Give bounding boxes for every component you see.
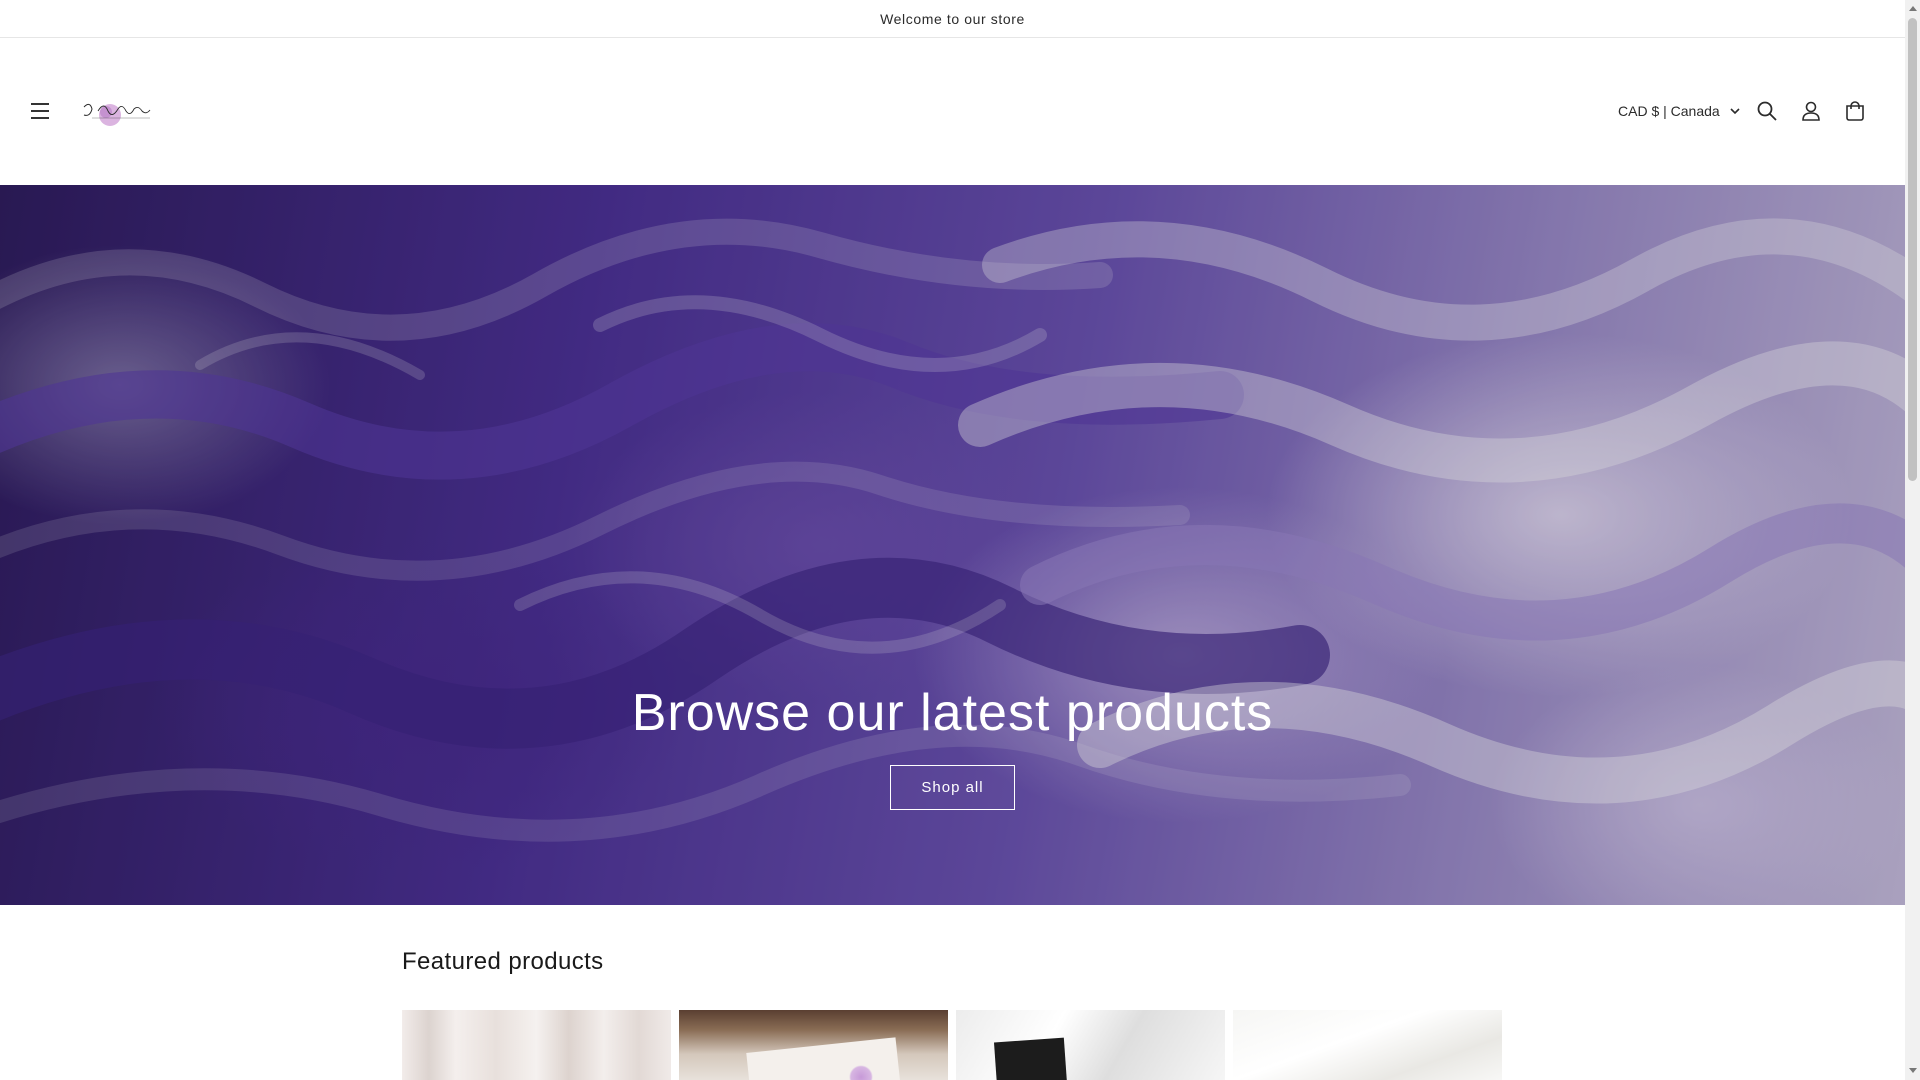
hero-banner: Browse our latest products Shop all [0, 185, 1905, 905]
product-card[interactable] [956, 1010, 1225, 1080]
product-card[interactable] [402, 1010, 671, 1080]
product-card[interactable] [679, 1010, 948, 1080]
store-logo[interactable] [80, 93, 162, 133]
cart-icon[interactable] [1840, 96, 1870, 126]
search-icon[interactable] [1752, 96, 1782, 126]
shop-all-button[interactable]: Shop all [890, 765, 1015, 810]
hero-title: Browse our latest products [631, 684, 1274, 742]
page-scrollbar[interactable] [1905, 0, 1920, 1080]
hero-content: Browse our latest products Shop all [0, 683, 1905, 810]
account-icon[interactable] [1796, 96, 1826, 126]
country-currency-selector[interactable]: CAD $ | Canada [1618, 98, 1740, 124]
product-card[interactable] [1233, 1010, 1502, 1080]
site-header: CAD $ | Canada [0, 39, 1905, 185]
scrollbar-thumb[interactable] [1908, 18, 1917, 481]
chevron-down-icon [1730, 107, 1740, 114]
menu-icon[interactable] [28, 99, 54, 123]
featured-products-grid [402, 1010, 1502, 1080]
country-currency-label: CAD $ | Canada [1618, 103, 1720, 119]
announcement-text: Welcome to our store [880, 10, 1025, 27]
scroll-up-icon[interactable] [1909, 6, 1917, 11]
scroll-down-icon[interactable] [1909, 1068, 1917, 1073]
featured-products-title: Featured products [402, 948, 604, 975]
announcement-bar: Welcome to our store [0, 0, 1905, 38]
